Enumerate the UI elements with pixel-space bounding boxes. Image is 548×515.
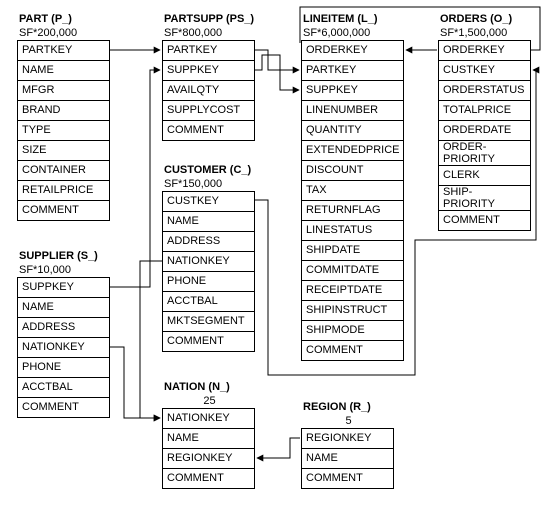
col: AVAILQTY [163,81,254,101]
table-orders: ORDERS (O_) SF*1,500,000 ORDERKEY CUSTKE… [438,12,531,231]
table-title: SUPPLIER (S_) [17,249,110,263]
col: PARTKEY [302,61,403,81]
table-subtitle: SF*200,000 [17,26,110,40]
table-subtitle: SF*800,000 [162,26,255,40]
table-subtitle: SF*10,000 [17,263,110,277]
table-region: REGION (R_) 5 REGIONKEY NAME COMMENT [301,400,394,489]
col: PHONE [18,358,109,378]
table-rows: CUSTKEY NAME ADDRESS NATIONKEY PHONE ACC… [162,191,255,352]
table-title: REGION (R_) [301,401,371,413]
table-rows: REGIONKEY NAME COMMENT [301,428,394,489]
table-subtitle: SF*1,500,000 [438,26,531,40]
col: LINESTATUS [302,221,403,241]
col: NATIONKEY [18,338,109,358]
col: ADDRESS [18,318,109,338]
col: NAME [18,61,109,81]
col: MKTSEGMENT [163,312,254,332]
col: COMMENT [163,469,254,488]
col: COMMENT [163,332,254,351]
col: SUPPKEY [18,278,109,298]
table-title: ORDERS (O_) [438,12,531,26]
col: RETURNFLAG [302,201,403,221]
col: CUSTKEY [163,192,254,212]
col: SUPPLYCOST [163,101,254,121]
col: COMMENT [302,469,393,488]
table-rows: ORDERKEY CUSTKEY ORDERSTATUS TOTALPRICE … [438,40,531,231]
col: ADDRESS [163,232,254,252]
col: TAX [302,181,403,201]
col: RETAILPRICE [18,181,109,201]
col: ORDERKEY [439,41,530,61]
col: NATIONKEY [163,409,254,429]
col: QUANTITY [302,121,403,141]
col: PHONE [163,272,254,292]
table-rows: SUPPKEY NAME ADDRESS NATIONKEY PHONE ACC… [17,277,110,418]
table-title: LINEITEM (L_) [301,12,404,26]
col: BRAND [18,101,109,121]
table-subtitle: SF*6,000,000 [301,26,404,40]
table-nation: NATION (N_) 25 NATIONKEY NAME REGIONKEY … [162,380,255,489]
col: SHIP-PRIORITY [439,186,530,211]
col: ACCTBAL [163,292,254,312]
col: COMMENT [18,201,109,220]
table-partsupp: PARTSUPP (PS_) SF*800,000 PARTKEY SUPPKE… [162,12,255,141]
col: CLERK [439,166,530,186]
col: COMMENT [163,121,254,140]
table-title: PARTSUPP (PS_) [162,12,255,26]
table-subtitle: 25 [201,395,215,407]
col: TYPE [18,121,109,141]
table-rows: ORDERKEY PARTKEY SUPPKEY LINENUMBER QUAN… [301,40,404,361]
col: COMMENT [302,341,403,360]
table-part: PART (P_) SF*200,000 PARTKEY NAME MFGR B… [17,12,110,221]
col: ORDER-PRIORITY [439,141,530,166]
table-title: NATION (N_) [162,381,230,393]
col: RECEIPTDATE [302,281,403,301]
col: NAME [18,298,109,318]
col: SUPPKEY [163,61,254,81]
col: SUPPKEY [302,81,403,101]
col: CUSTKEY [439,61,530,81]
col: PARTKEY [18,41,109,61]
col: TOTALPRICE [439,101,530,121]
col: MFGR [18,81,109,101]
col: DISCOUNT [302,161,403,181]
col: ORDERKEY [302,41,403,61]
col: COMMENT [18,398,109,417]
schema-diagram: PART (P_) SF*200,000 PARTKEY NAME MFGR B… [0,0,548,515]
col: NAME [163,429,254,449]
table-title: PART (P_) [17,12,110,26]
table-rows: PARTKEY SUPPKEY AVAILQTY SUPPLYCOST COMM… [162,40,255,141]
table-title: CUSTOMER (C_) [162,163,255,177]
col: SIZE [18,141,109,161]
col: SHIPDATE [302,241,403,261]
col: PARTKEY [163,41,254,61]
col: COMMENT [439,211,530,230]
col: SHIPMODE [302,321,403,341]
col: REGIONKEY [302,429,393,449]
table-rows: NATIONKEY NAME REGIONKEY COMMENT [162,408,255,489]
col: ORDERDATE [439,121,530,141]
col: CONTAINER [18,161,109,181]
col: NATIONKEY [163,252,254,272]
col: EXTENDEDPRICE [302,141,403,161]
table-subtitle: SF*150,000 [162,177,255,191]
table-customer: CUSTOMER (C_) SF*150,000 CUSTKEY NAME AD… [162,163,255,352]
col: COMMITDATE [302,261,403,281]
col: LINENUMBER [302,101,403,121]
col: NAME [163,212,254,232]
col: NAME [302,449,393,469]
col: ACCTBAL [18,378,109,398]
table-rows: PARTKEY NAME MFGR BRAND TYPE SIZE CONTAI… [17,40,110,221]
col: REGIONKEY [163,449,254,469]
table-supplier: SUPPLIER (S_) SF*10,000 SUPPKEY NAME ADD… [17,249,110,418]
col: ORDERSTATUS [439,81,530,101]
col: SHIPINSTRUCT [302,301,403,321]
table-subtitle: 5 [343,415,351,427]
table-lineitem: LINEITEM (L_) SF*6,000,000 ORDERKEY PART… [301,12,404,361]
